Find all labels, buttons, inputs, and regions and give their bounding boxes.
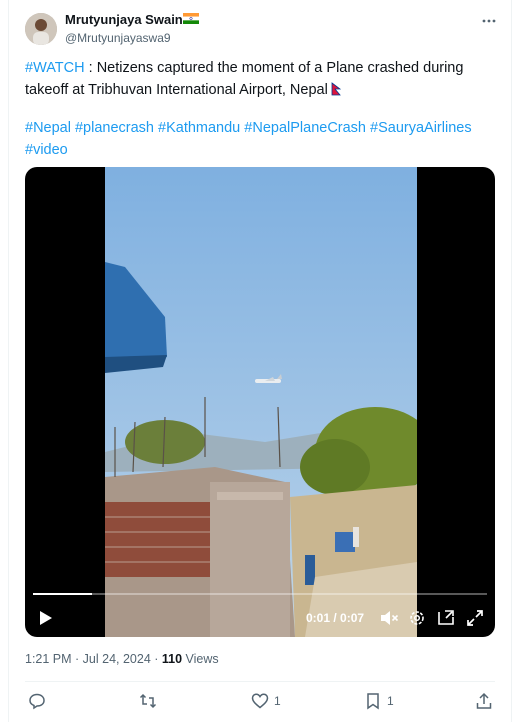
avatar[interactable] [25, 13, 57, 45]
reply-icon [29, 693, 45, 710]
tweet-body: : Netizens captured the moment of a Plan… [25, 60, 464, 98]
author-handle[interactable]: @Mrutyunjayaswa9 [65, 31, 171, 45]
hashtag-nepalplanecrash[interactable]: #NepalPlaneCrash [244, 120, 366, 136]
mute-icon[interactable] [379, 608, 399, 628]
picture-in-picture-icon[interactable] [436, 608, 456, 628]
bookmark-button[interactable]: 1 [364, 690, 394, 712]
reply-button[interactable] [28, 690, 51, 712]
time-separator: / [330, 611, 341, 625]
settings-gear-icon[interactable] [407, 608, 427, 628]
play-icon[interactable] [35, 608, 55, 628]
fullscreen-icon[interactable] [465, 608, 485, 628]
hashtag-sauryaairlines[interactable]: #SauryaAirlines [370, 120, 472, 136]
hashtag-planecrash[interactable]: #planecrash [75, 120, 154, 136]
hashtag-nepal[interactable]: #Nepal [25, 120, 71, 136]
video-frame [105, 167, 417, 637]
retweet-button[interactable] [139, 690, 162, 712]
tweet-time[interactable]: 1:21 PM [25, 652, 72, 666]
india-flag-icon [183, 13, 199, 24]
share-icon [476, 692, 492, 709]
video-player[interactable]: 0:01 / 0:07 [25, 167, 495, 637]
divider [25, 681, 495, 682]
share-button[interactable] [475, 690, 493, 712]
tweet-text: #WATCH : Netizens captured the moment of… [25, 57, 485, 161]
tweet-date[interactable]: Jul 24, 2024 [83, 652, 151, 666]
time-current: 0:01 [306, 611, 331, 625]
meta-dot-2: · [150, 652, 162, 666]
like-button[interactable]: 1 [251, 690, 281, 712]
bookmark-count: 1 [387, 694, 394, 708]
meta-dot: · [71, 652, 83, 666]
bookmark-icon [367, 693, 379, 710]
nepal-flag-icon [331, 82, 341, 96]
hashtag-list: #Nepal #planecrash #Kathmandu #NepalPlan… [25, 117, 485, 161]
video-timecode: 0:01 / 0:07 [306, 611, 364, 625]
card-border-right [511, 0, 512, 722]
video-progress-bar[interactable] [33, 593, 487, 595]
hashtag-watch[interactable]: #WATCH [25, 60, 85, 76]
retweet-icon [139, 693, 157, 709]
hashtag-video[interactable]: #video [25, 142, 68, 158]
views-count: 110 [161, 652, 183, 666]
time-total: 0:07 [340, 611, 365, 625]
card-border-left [8, 0, 9, 722]
like-count: 1 [274, 694, 281, 708]
tweet-meta: 1:21 PM · Jul 24, 2024 · 110 Views [25, 652, 219, 666]
views-label: Views [182, 652, 219, 666]
more-options-icon[interactable] [481, 13, 497, 29]
author-name[interactable]: Mrutyunjaya Swain [65, 12, 183, 27]
hashtag-kathmandu[interactable]: #Kathmandu [158, 120, 240, 136]
heart-icon [251, 693, 269, 709]
tweet-line-1: #WATCH : Netizens captured the moment of… [25, 57, 485, 101]
video-progress-fill [33, 593, 93, 595]
